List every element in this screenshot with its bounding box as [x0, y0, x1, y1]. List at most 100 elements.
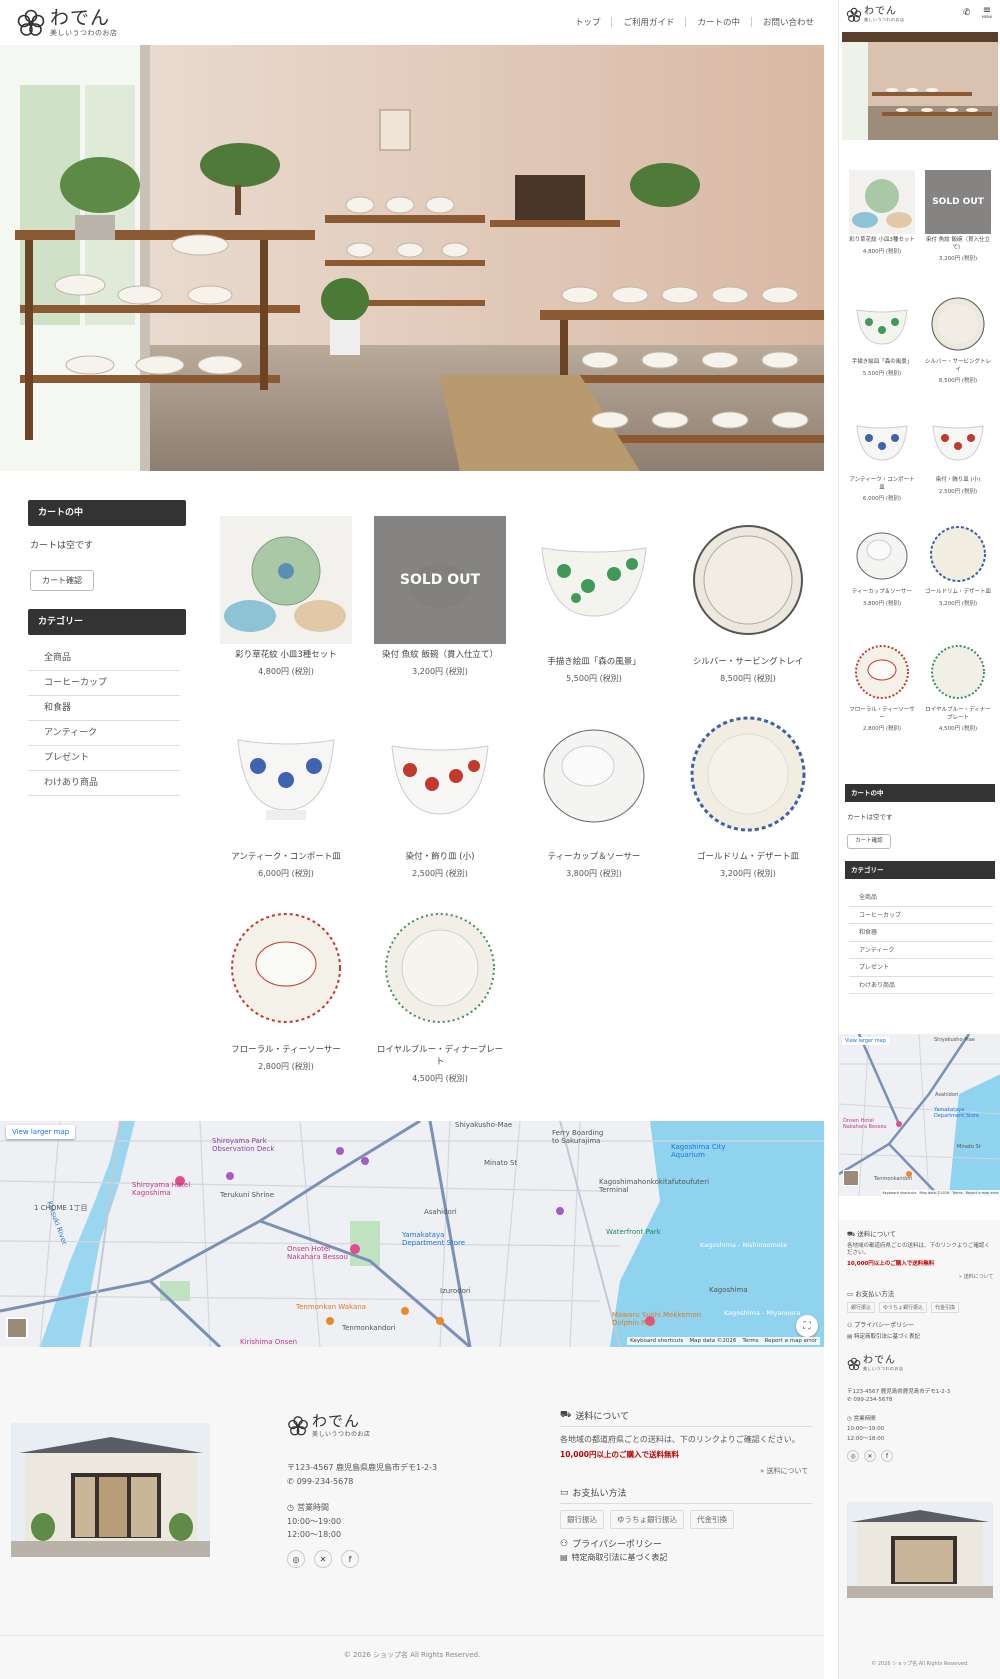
category-item[interactable]: プレゼント — [849, 959, 993, 977]
product-card[interactable]: 染付・飾り皿 (小) 2,500円 (税別) — [923, 410, 993, 495]
product-card[interactable]: SOLD OUT 染付 魚紋 飯碗（貫入仕立て） 3,200円 (税別) — [374, 516, 506, 677]
product-name[interactable]: ロイヤルブルー・ディナープレート — [374, 1044, 506, 1068]
product-image[interactable] — [849, 170, 915, 234]
product-card[interactable]: アンティーク・コンポート皿 6,000円 (税別) — [220, 710, 352, 879]
report-error-link[interactable]: Report a map error — [765, 1338, 817, 1344]
product-name[interactable]: 染付・飾り皿 (小) — [374, 851, 506, 863]
x-icon[interactable]: ✕ — [864, 1450, 876, 1462]
product-name[interactable]: ティーカップ＆ソーサー — [847, 589, 917, 597]
view-larger-map-link[interactable]: View larger map — [6, 1125, 76, 1139]
product-card[interactable]: ティーカップ＆ソーサー 3,800円 (税別) — [847, 522, 917, 607]
product-name[interactable]: ロイヤルブルー・ディナープレート — [923, 707, 993, 722]
phone-icon[interactable]: ✆ — [963, 8, 971, 18]
product-image[interactable] — [849, 410, 915, 474]
product-card[interactable]: フローラル・ティーソーサー 2,800円 (税別) — [220, 904, 352, 1072]
mobile-logo[interactable]: わでん 美しいうつわのお店 — [846, 7, 905, 23]
product-image[interactable] — [528, 710, 660, 838]
nav-item-contact[interactable]: お問い合わせ — [763, 16, 814, 28]
category-item[interactable]: 和食器 — [849, 924, 993, 942]
footer-logo[interactable]: わでん 美しいうつわのお店 — [287, 1414, 371, 1438]
product-name[interactable]: フローラル・ティーソーサー — [220, 1044, 352, 1056]
product-card[interactable]: シルバー・サービングトレイ 8,500円 (税別) — [923, 292, 993, 384]
mobile-cart-confirm-button[interactable]: カート確認 — [847, 834, 891, 849]
cart-confirm-button[interactable]: カート確認 — [30, 570, 94, 591]
facebook-icon[interactable]: f — [881, 1450, 893, 1462]
product-card[interactable]: 彩り草花紋 小皿3種セット 4,800円 (税別) — [847, 170, 917, 255]
product-name[interactable]: 染付 魚紋 飯碗（貫入仕立て） — [923, 237, 993, 252]
product-name[interactable]: 染付・飾り皿 (小) — [923, 477, 993, 485]
category-item[interactable]: アンティーク — [28, 721, 180, 746]
privacy-label[interactable]: プライバシーポリシー — [572, 1537, 662, 1550]
nav-item-guide[interactable]: ご利用ガイド — [623, 16, 674, 28]
mobile-privacy-link[interactable]: ⚇ プライバシーポリシー — [847, 1320, 914, 1329]
product-card[interactable]: SOLD OUT 染付 魚紋 飯碗（貫入仕立て） 3,200円 (税別) — [923, 170, 993, 262]
product-image[interactable] — [220, 904, 352, 1032]
map-thumbnail[interactable] — [6, 1317, 28, 1339]
product-name[interactable]: 彩り草花紋 小皿3種セット — [220, 649, 352, 661]
shipping-link[interactable]: » 送料について — [760, 1466, 808, 1476]
product-card[interactable]: シルバー・サービングトレイ 8,500円 (税別) — [682, 516, 814, 684]
category-item[interactable]: わけあり商品 — [28, 771, 180, 796]
product-image[interactable] — [528, 516, 660, 644]
product-name[interactable]: アンティーク・コンポート皿 — [220, 851, 352, 863]
product-image[interactable] — [925, 640, 991, 704]
product-name[interactable]: ゴールドリム・デザート皿 — [682, 851, 814, 863]
product-image[interactable] — [220, 710, 352, 838]
product-card[interactable]: ゴールドリム・デザート皿 3,200円 (税別) — [682, 710, 814, 879]
x-icon[interactable]: ✕ — [314, 1550, 332, 1568]
category-item[interactable]: 全商品 — [849, 889, 993, 907]
product-image[interactable] — [682, 710, 814, 838]
product-card[interactable]: 手描き絵皿「森の風景」 5,500円 (税別) — [847, 292, 917, 377]
product-image[interactable]: SOLD OUT — [374, 516, 506, 644]
category-item[interactable]: 和食器 — [28, 696, 180, 721]
product-name[interactable]: シルバー・サービングトレイ — [923, 359, 993, 374]
product-name[interactable]: ゴールドリム・デザート皿 — [923, 589, 993, 597]
facebook-icon[interactable]: f — [341, 1550, 359, 1568]
product-card[interactable]: ロイヤルブルー・ディナープレート 4,500円 (税別) — [923, 640, 993, 732]
product-image[interactable] — [682, 516, 814, 644]
product-image[interactable] — [220, 516, 352, 644]
mobile-shipping-link[interactable]: » 送料について — [959, 1273, 994, 1280]
product-name[interactable]: 染付 魚紋 飯碗（貫入仕立て） — [374, 649, 506, 661]
nav-item-cart[interactable]: カートの中 — [697, 16, 740, 28]
mobile-google-map[interactable]: View larger map Shiyakusho-Mae Asahidori… — [839, 1034, 1000, 1196]
tokusho-label[interactable]: 特定商取引法に基づく表記 — [854, 1334, 920, 1340]
product-card[interactable]: 手描き絵皿「森の風景」 5,500円 (税別) — [528, 516, 660, 684]
mobile-map-thumbnail[interactable] — [843, 1170, 859, 1186]
site-logo[interactable]: わでん 美しいうつわのお店 — [16, 8, 118, 38]
keyboard-shortcuts-link[interactable]: Keyboard shortcuts — [630, 1338, 683, 1344]
mobile-tokusho-link[interactable]: ▤ 特定商取引法に基づく表記 — [847, 1332, 920, 1340]
tokusho-link[interactable]: ▤ 特定商取引法に基づく表記 — [560, 1552, 668, 1563]
product-name[interactable]: 手描き絵皿「森の風景」 — [528, 656, 660, 668]
product-image[interactable] — [849, 640, 915, 704]
product-image[interactable]: SOLD OUT — [925, 170, 991, 234]
product-card[interactable]: 彩り草花紋 小皿3種セット 4,800円 (税別) — [220, 516, 352, 677]
product-image[interactable] — [374, 710, 506, 838]
product-name[interactable]: ティーカップ＆ソーサー — [528, 851, 660, 863]
instagram-icon[interactable]: ◎ — [287, 1550, 305, 1568]
product-name[interactable]: シルバー・サービングトレイ — [682, 656, 814, 668]
category-item[interactable]: 全商品 — [28, 646, 180, 671]
category-item[interactable]: コーヒーカップ — [28, 671, 180, 696]
hamburger-menu-button[interactable]: ≡ MENU — [980, 6, 994, 20]
product-card[interactable]: ロイヤルブルー・ディナープレート 4,500円 (税別) — [374, 904, 506, 1084]
category-item[interactable]: アンティーク — [849, 942, 993, 959]
product-card[interactable]: フローラル・ティーソーサー 2,800円 (税別) — [847, 640, 917, 732]
category-item[interactable]: コーヒーカップ — [849, 907, 993, 924]
instagram-icon[interactable]: ◎ — [847, 1450, 859, 1462]
footer-phone-number[interactable]: 099-234-5678 — [297, 1477, 354, 1486]
product-image[interactable] — [925, 292, 991, 356]
product-image[interactable] — [849, 292, 915, 356]
nav-item-top[interactable]: トップ — [575, 16, 601, 28]
product-name[interactable]: フローラル・ティーソーサー — [847, 707, 917, 722]
product-name[interactable]: アンティーク・コンポート皿 — [847, 477, 917, 492]
tokusho-label[interactable]: 特定商取引法に基づく表記 — [572, 1552, 668, 1563]
product-image[interactable] — [849, 522, 915, 586]
mobile-phone-number[interactable]: 099-234-5678 — [853, 1397, 892, 1403]
terms-link[interactable]: Terms — [952, 1191, 962, 1195]
privacy-label[interactable]: プライバシーポリシー — [854, 1322, 914, 1329]
mobile-footer-logo[interactable]: わでん 美しいうつわのお店 — [847, 1356, 904, 1372]
product-name[interactable]: 彩り草花紋 小皿3種セット — [847, 237, 917, 245]
product-card[interactable]: ティーカップ＆ソーサー 3,800円 (税別) — [528, 710, 660, 879]
fullscreen-icon[interactable]: ⛶ — [796, 1315, 818, 1337]
